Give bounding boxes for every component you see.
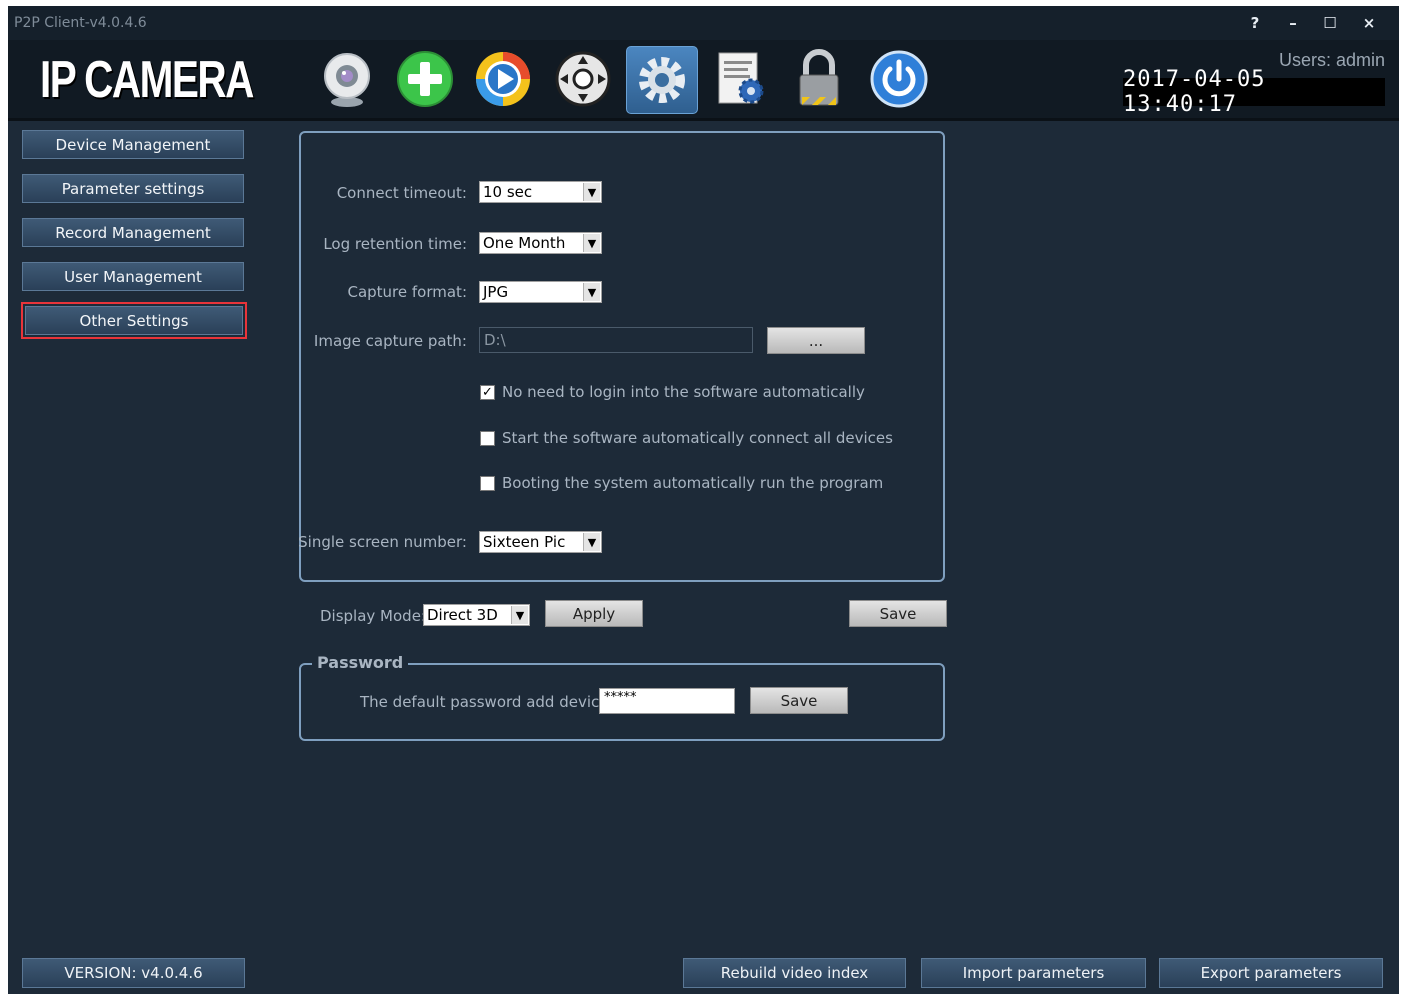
- boot-run-label: Booting the system automatically run the…: [502, 474, 884, 492]
- settings-button[interactable]: [626, 46, 698, 114]
- dropdown-arrow-icon: ▼: [583, 234, 600, 252]
- dropdown-arrow-icon: ▼: [583, 533, 600, 551]
- log-retention-select[interactable]: One Month ▼: [479, 232, 602, 254]
- connect-timeout-select[interactable]: 10 sec ▼: [479, 181, 602, 203]
- app-logo: IP CAMERA: [40, 51, 254, 109]
- save-settings-button[interactable]: Save: [849, 600, 947, 627]
- window-title: P2P Client-v4.0.4.6: [14, 15, 147, 31]
- maximize-button[interactable]: ☐: [1315, 11, 1345, 35]
- nav-device-management[interactable]: Device Management: [22, 130, 244, 159]
- power-icon: [870, 50, 928, 108]
- nav-user-management[interactable]: User Management: [22, 262, 244, 291]
- import-parameters-button[interactable]: Import parameters: [921, 958, 1146, 988]
- log-retention-value: One Month: [483, 234, 566, 252]
- auto-connect-checkbox[interactable]: [480, 431, 495, 446]
- single-screen-label: Single screen number:: [298, 533, 467, 551]
- auto-login-label: No need to login into the software autom…: [502, 383, 865, 401]
- apply-button[interactable]: Apply: [545, 600, 643, 627]
- ptz-control-icon: [555, 51, 611, 107]
- capture-format-label: Capture format:: [347, 283, 467, 301]
- help-button[interactable]: ?: [1240, 11, 1270, 35]
- datetime-display: 2017-04-05 13:40:17: [1123, 67, 1385, 117]
- add-device-icon: [397, 51, 453, 107]
- minimize-button[interactable]: –: [1278, 11, 1308, 35]
- dropdown-arrow-icon: ▼: [583, 183, 600, 201]
- log-retention-label: Log retention time:: [323, 235, 467, 253]
- browse-path-button[interactable]: ...: [767, 327, 865, 354]
- header: IP CAMERA Users: admin 2017-04-05 13:40:…: [8, 40, 1399, 121]
- export-parameters-button[interactable]: Export parameters: [1159, 958, 1383, 988]
- add-device-button[interactable]: [390, 46, 460, 112]
- save-password-button[interactable]: Save: [750, 687, 848, 714]
- exit-button[interactable]: [864, 46, 934, 112]
- single-screen-select[interactable]: Sixteen Pic ▼: [479, 531, 602, 553]
- password-legend: Password: [312, 653, 409, 672]
- auto-login-checkbox[interactable]: ✓: [480, 385, 495, 400]
- default-password-input[interactable]: *****: [599, 688, 735, 714]
- nav-parameter-settings[interactable]: Parameter settings: [22, 174, 244, 203]
- ptz-control-button[interactable]: [548, 46, 618, 112]
- boot-run-checkbox[interactable]: [480, 476, 495, 491]
- lock-icon: [799, 49, 839, 106]
- display-mode-label: Display Mode:: [320, 607, 426, 625]
- app-window: P2P Client-v4.0.4.6 ? – ☐ × IP CAMERA Us…: [8, 6, 1399, 994]
- lock-button[interactable]: [784, 46, 854, 112]
- dropdown-arrow-icon: ▼: [511, 606, 528, 624]
- log-document-icon: [718, 52, 764, 104]
- playback-button[interactable]: [468, 46, 538, 112]
- display-mode-value: Direct 3D: [427, 606, 498, 624]
- capture-path-input[interactable]: D:\: [479, 327, 753, 353]
- rebuild-video-index-button[interactable]: Rebuild video index: [683, 958, 906, 988]
- capture-format-select[interactable]: JPG ▼: [479, 281, 602, 303]
- close-button[interactable]: ×: [1354, 11, 1384, 35]
- nav-record-management[interactable]: Record Management: [22, 218, 244, 247]
- connect-timeout-value: 10 sec: [483, 183, 533, 201]
- playback-icon: [476, 52, 530, 106]
- nav-other-settings[interactable]: Other Settings: [21, 302, 247, 339]
- webcam-icon: [324, 53, 370, 107]
- auto-connect-label: Start the software automatically connect…: [502, 429, 893, 447]
- version-label: VERSION: v4.0.4.6: [22, 958, 245, 988]
- default-password-value: *****: [604, 690, 637, 705]
- capture-path-label: Image capture path:: [313, 332, 467, 350]
- display-mode-select[interactable]: Direct 3D ▼: [423, 604, 530, 626]
- settings-gear-icon: [639, 57, 685, 103]
- log-button[interactable]: [706, 46, 776, 112]
- connect-timeout-label: Connect timeout:: [336, 184, 467, 202]
- single-screen-value: Sixteen Pic: [483, 533, 566, 551]
- live-view-button[interactable]: [312, 46, 382, 112]
- dropdown-arrow-icon: ▼: [583, 283, 600, 301]
- default-password-label: The default password add device: [360, 693, 609, 711]
- title-bar: P2P Client-v4.0.4.6 ? – ☐ ×: [8, 6, 1399, 40]
- capture-format-value: JPG: [483, 283, 509, 301]
- capture-path-value: D:\: [484, 331, 506, 349]
